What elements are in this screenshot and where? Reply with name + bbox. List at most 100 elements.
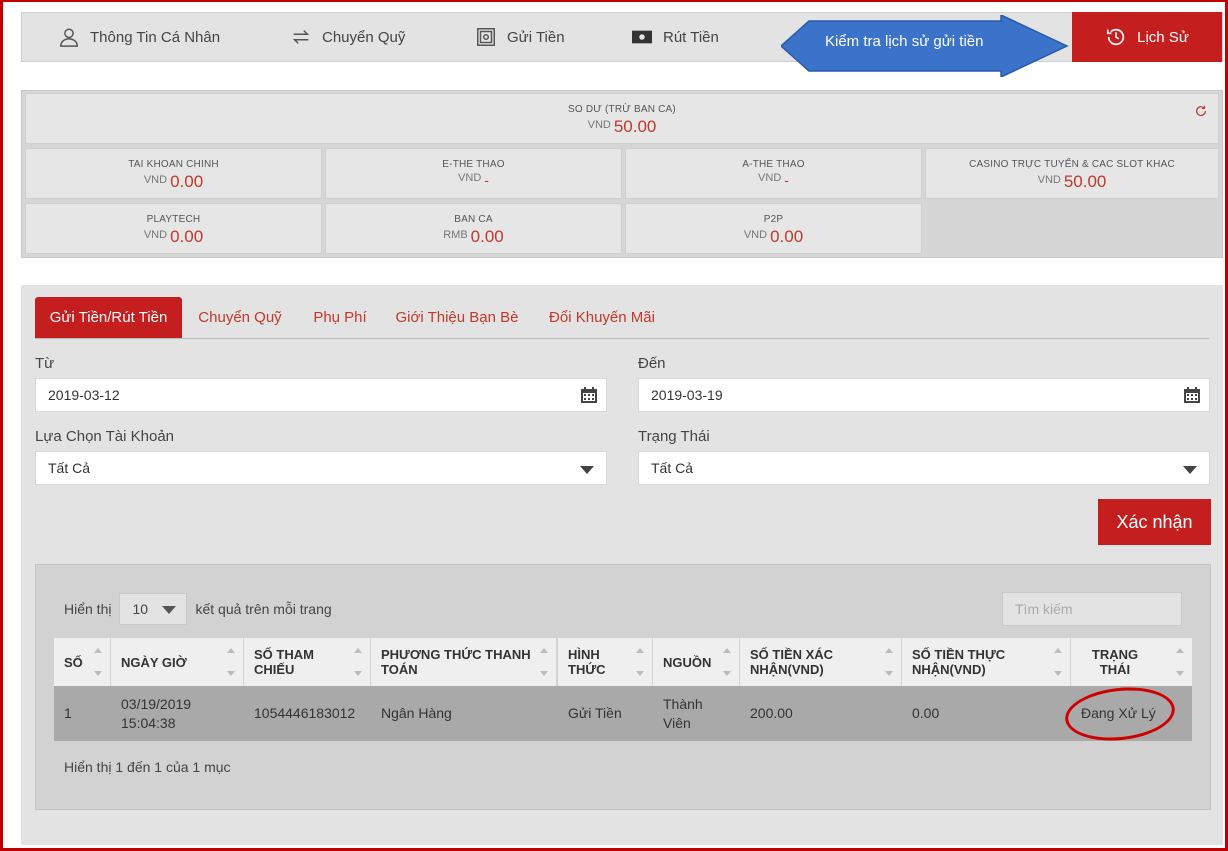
sort-icon [885,648,893,676]
balance-title: SO DƯ (TRỪ BAN CA) [568,104,676,115]
calendar-icon[interactable] [1183,386,1201,404]
balance-cell-title: A-THE THAO [742,159,805,170]
table-cell: 0.00 [912,705,940,721]
balance-cell-value: 0.00 [470,227,504,246]
column-label: SỐ TIỀN THỰC NHẬN(VND) [912,647,1006,677]
column-header[interactable]: TRẠNG THÁI [1071,638,1192,686]
to-date-value: 2019-03-19 [651,387,723,403]
column-header[interactable]: NGUỒN [653,638,739,686]
nav-item-transfer[interactable]: Chuyển Quỹ [290,13,405,61]
tab-fees[interactable]: Phụ Phí [303,297,377,338]
balance-cell-value: 0.00 [170,227,204,246]
balance-cell-title: P2P [763,214,784,225]
balance-cell-asports: A-THE THAO VND - [625,148,922,199]
tab-bar: Gửi Tiền/Rút Tiền Chuyển Quỹ Phụ Phí Giớ… [35,297,1209,339]
nav-item-withdraw[interactable]: Rút Tiền [631,13,719,61]
to-label: Đến [638,355,666,372]
nav-item-deposit[interactable]: Gửi Tiền [475,13,565,61]
chevron-down-icon [162,606,177,614]
page-size-select[interactable]: 10 [119,593,188,625]
page-size-value: 10 [132,601,149,617]
sort-icon [636,648,644,676]
column-header[interactable]: SỐ [54,638,110,686]
balance-cell-title: CASINO TRỰC TUYẾN & CAC SLOT KHAC [969,159,1175,170]
column-label: NGÀY GIỜ [121,654,187,670]
column-label: SỐ [64,654,83,670]
table-cell: Gửi Tiền [568,705,622,721]
balance-cell-value: 0.00 [770,227,804,246]
balance-cell-fishing: BAN CA RMB 0.00 [325,203,622,254]
user-icon [60,28,78,47]
page-length-control: Hiển thị 10 kết quả trên mỗi trang [64,593,332,625]
transfer-icon [292,30,310,44]
balance-cell-title: PLAYTECH [146,214,201,225]
column-label: HÌNH THỨC [568,647,606,677]
balance-cell-playtech: PLAYTECH VND 0.00 [25,203,322,254]
balance-cell-p2p: P2P VND 0.00 [625,203,922,254]
history-panel: Gửi Tiền/Rút Tiền Chuyển Quỹ Phụ Phí Giớ… [21,285,1223,845]
table-info: Hiển thị 1 đến 1 của 1 mục [64,759,231,775]
column-header[interactable]: HÌNH THỨC [558,638,652,686]
balance-cell-value: - [484,172,489,188]
column-header[interactable]: SỐ THAM CHIẾU [244,638,370,686]
from-date-input[interactable]: 2019-03-12 [35,378,607,412]
status-select[interactable]: Tất Cả [638,451,1210,485]
balance-cell-currency: VND [758,172,782,184]
balance-currency: VND [587,119,611,131]
chevron-down-icon [580,466,594,474]
balance-cell-currency: VND [1037,174,1061,186]
nav-item-label: Lịch Sử [1137,28,1189,46]
tab-referral[interactable]: Giới Thiệu Bạn Bè [387,297,527,338]
confirm-button[interactable]: Xác nhận [1098,499,1211,545]
calendar-icon[interactable] [580,386,598,404]
nav-item-profile[interactable]: Thông Tin Cá Nhân [58,13,220,61]
nav-item-history[interactable]: Lịch Sử [1072,12,1222,62]
balance-cell-title: TAI KHOAN CHINH [128,159,219,170]
callout-text: Kiểm tra lịch sử gửi tiền [825,33,984,50]
column-label: PHƯƠNG THỨC THANH TOÁN [381,647,531,677]
refresh-icon[interactable] [1194,104,1208,118]
tab-promotions[interactable]: Đổi Khuyến Mãi [537,297,667,338]
balance-cell-currency: VND [458,172,482,184]
page-frame: Thông Tin Cá Nhân Chuyển Quỹ Gửi Tiền Rú… [0,0,1228,851]
balance-cell-title: E-THE THAO [442,159,505,170]
sort-icon [1054,648,1062,676]
tab-transfer[interactable]: Chuyển Quỹ [187,297,293,338]
nav-item-label: Chuyển Quỹ [322,28,406,46]
search-input[interactable]: Tìm kiếm [1002,592,1182,626]
safe-icon [477,28,495,46]
results-panel: Hiển thị 10 kết quả trên mỗi trang Tìm k… [35,564,1211,810]
table-row: 1 03/19/2019 15:04:38 1054446183012 Ngân… [54,686,1192,741]
nav-item-label: Thông Tin Cá Nhân [90,28,221,46]
from-label: Từ [35,355,55,372]
column-label: TRẠNG THÁI [1091,647,1139,677]
column-header[interactable]: SỐ TIỀN XÁC NHẬN(VND) [740,638,901,686]
balance-cell-esports: E-THE THAO VND - [325,148,622,199]
status-label: Trạng Thái [638,428,710,445]
balance-total: SO DƯ (TRỪ BAN CA) VND 50.00 [25,93,1219,144]
chevron-down-icon [1183,466,1197,474]
balance-cell-currency: VND [743,229,768,241]
column-header[interactable]: NGÀY GIỜ [111,638,243,686]
cash-icon [632,30,652,44]
account-select[interactable]: Tất Cả [35,451,607,485]
balance-cell-value: 50.00 [1063,172,1107,191]
sort-icon [227,648,235,676]
balance-cell-value: - [784,172,789,188]
account-label: Lựa Chọn Tài Khoản [35,428,175,445]
table-cell: Thành Viên [663,695,703,731]
table-cell: 1054446183012 [254,705,356,721]
balance-cell-value: 0.00 [170,172,204,191]
nav-item-label: Rút Tiền [663,28,719,46]
column-header[interactable]: PHƯƠNG THỨC THANH TOÁN [371,638,556,686]
balance-cell-main: TAI KHOAN CHINH VND 0.00 [25,148,322,199]
tab-deposit-withdraw[interactable]: Gửi Tiền/Rút Tiền [35,297,182,338]
sort-icon [94,648,102,676]
history-icon [1107,28,1125,46]
column-label: SỐ THAM CHIẾU [254,647,314,677]
sort-icon [540,648,548,676]
to-date-input[interactable]: 2019-03-19 [638,378,1210,412]
column-header[interactable]: SỐ TIỀN THỰC NHẬN(VND) [902,638,1070,686]
balance-panel: SO DƯ (TRỪ BAN CA) VND 50.00 TAI KHOAN CH… [21,90,1223,258]
table-cell: 1 [64,705,72,721]
